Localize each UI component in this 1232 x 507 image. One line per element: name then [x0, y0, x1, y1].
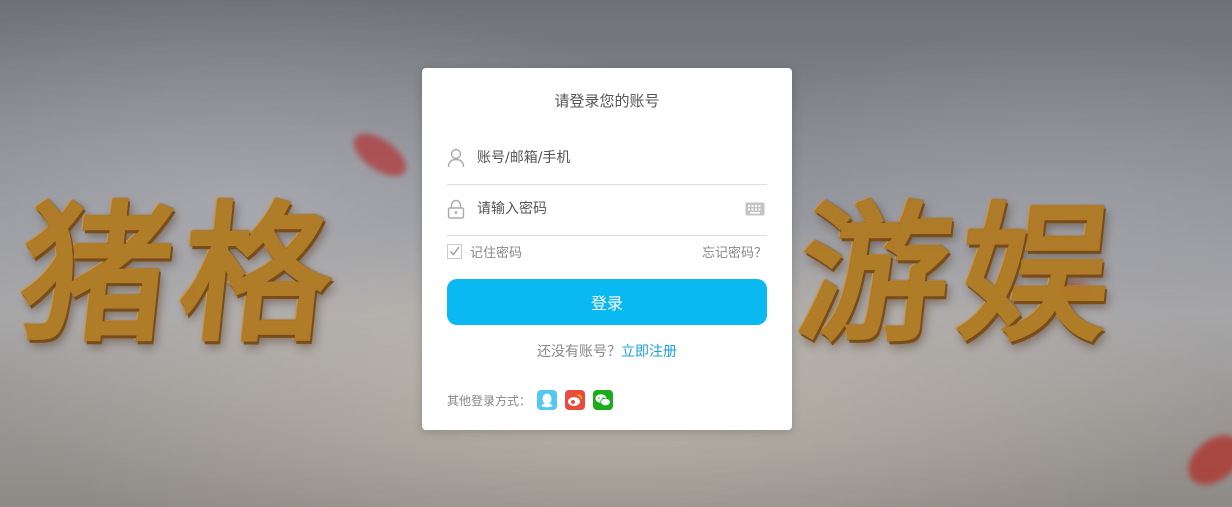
user-icon	[447, 148, 465, 168]
weibo-icon[interactable]	[565, 390, 586, 410]
lock-icon	[447, 199, 465, 219]
password-input[interactable]	[477, 197, 737, 221]
login-title: 请登录您的账号	[554, 92, 660, 110]
password-field	[447, 185, 767, 236]
background-calligraphy-right: 游娱	[790, 187, 1130, 363]
remember-password-toggle[interactable]: 记住密码	[447, 242, 523, 261]
remember-checkbox[interactable]	[447, 243, 462, 259]
forgot-password-link[interactable]: 忘记密码？	[702, 242, 767, 261]
keyboard-icon[interactable]	[745, 201, 765, 216]
other-login-label: 其他登录方式：	[447, 393, 532, 408]
other-login-methods: 其他登录方式：	[447, 389, 621, 411]
register-link[interactable]: 立即注册	[621, 344, 677, 360]
username-input[interactable]	[477, 146, 737, 170]
qq-icon[interactable]	[537, 390, 558, 410]
register-line: 还没有账号？立即注册	[422, 341, 792, 361]
register-prompt: 还没有账号？	[537, 344, 621, 360]
username-field	[447, 134, 767, 185]
login-button[interactable]: 登录	[447, 279, 767, 325]
login-card: 请登录您的账号 账号/邮箱/手机 记住密码 忘记密码？ 登录 还没有账号？立即注…	[422, 68, 792, 430]
remember-label: 记住密码	[470, 245, 523, 261]
petal-decoration	[346, 125, 414, 185]
petal-decoration	[1179, 425, 1232, 495]
background-calligraphy-left: 猪格	[12, 187, 352, 363]
wechat-icon[interactable]	[593, 390, 614, 410]
